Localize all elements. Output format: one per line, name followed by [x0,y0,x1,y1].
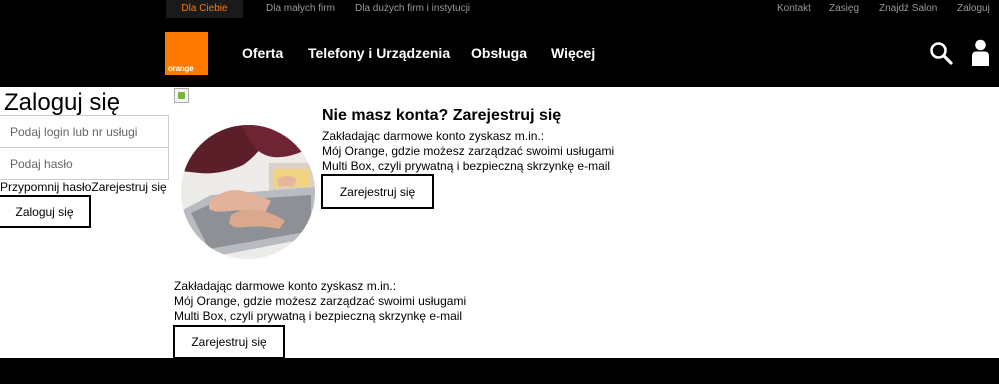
segment-dla-ciebie[interactable]: Dla Ciebie [166,0,243,18]
user-icon[interactable] [971,39,990,66]
main-content: Zaloguj się Przypomnij hasłoZarejestruj … [0,87,999,359]
kontakt-link[interactable]: Kontakt [777,0,811,18]
register-benefit-2: Multi Box, czyli prywatną i bezpieczną s… [322,159,611,173]
register-title: Nie masz konta? Zarejestruj się [322,107,562,124]
register-benefit-1-repeat: Mój Orange, gdzie możesz zarządzać swoim… [174,294,467,308]
zaloguj-link[interactable]: Zaloguj [957,0,990,18]
search-icon[interactable] [929,41,953,65]
register-benefit-2-repeat: Multi Box, czyli prywatną i bezpieczną s… [174,309,463,323]
register-benefit-1: Mój Orange, gdzie możesz zarządzać swoim… [322,144,615,158]
logo-text: orange [168,64,194,73]
nav-telefony-i-urzadzenia[interactable]: Telefony i Urządzenia [308,45,450,61]
login-button[interactable]: Zaloguj się [0,195,91,228]
login-input[interactable] [0,115,169,148]
login-links: Przypomnij hasłoZarejestruj się [0,180,167,194]
login-title: Zaloguj się [4,89,121,116]
nav-oferta[interactable]: Oferta [242,45,283,61]
znajdz-salon-link[interactable]: Znajdź Salon [879,0,937,18]
laptop-photo [181,125,315,259]
register-button-repeat[interactable]: Zarejestruj się [173,325,285,359]
register-link[interactable]: Zarejestruj się [91,180,166,194]
segment-dla-duzych-firm[interactable]: Dla dużych firm i instytucji [355,0,470,18]
nav-wiecej[interactable]: Więcej [551,45,595,61]
segment-dla-malych-firm[interactable]: Dla małych firm [266,0,335,18]
footer-bar [0,358,999,384]
top-utility-bar: Dla Ciebie Dla małych firm Dla dużych fi… [0,0,999,18]
orange-logo[interactable]: orange [165,32,208,75]
zasieg-link[interactable]: Zasięg [829,0,859,18]
remind-password-link[interactable]: Przypomnij hasło [0,180,91,194]
main-header: orange Oferta Telefony i Urządzenia Obsł… [0,18,999,87]
password-input[interactable] [0,147,169,180]
register-intro-repeat: Zakładając darmowe konto zyskasz m.in.: [174,279,397,293]
register-benefits-repeat: Zakładając darmowe konto zyskasz m.in.: … [174,279,466,324]
register-benefits: Zakładając darmowe konto zyskasz m.in.: … [322,129,614,174]
register-intro: Zakładając darmowe konto zyskasz m.in.: [322,129,545,143]
broken-image-icon [174,88,189,103]
register-button[interactable]: Zarejestruj się [321,174,434,209]
nav-obsluga[interactable]: Obsługa [471,45,527,61]
